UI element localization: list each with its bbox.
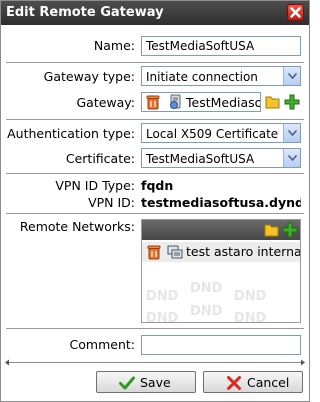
vpn-id-label: VPN ID:	[88, 195, 135, 210]
folder-icon[interactable]	[264, 222, 280, 238]
dnd-watermark: DND	[190, 304, 223, 319]
folder-icon[interactable]	[265, 94, 281, 110]
dnd-watermark: DND	[234, 289, 267, 304]
checkmark-icon	[119, 375, 135, 391]
gateway-value: TestMediasoftUSA	[186, 95, 260, 110]
save-button[interactable]: Save	[96, 371, 196, 393]
auth-type-label: Authentication type:	[7, 126, 135, 141]
dialog-titlebar[interactable]: Edit Remote Gateway	[1, 1, 309, 25]
chevron-down-icon[interactable]	[283, 149, 300, 167]
gateway-field[interactable]: TestMediasoftUSA	[141, 92, 261, 112]
cancel-button[interactable]: Cancel	[203, 371, 303, 393]
name-label: Name:	[93, 38, 135, 53]
dnd-watermark: DND	[146, 289, 179, 304]
divider	[6, 328, 304, 329]
certificate-label: Certificate:	[65, 151, 135, 166]
auth-type-select[interactable]: Local X509 Certificate	[141, 123, 301, 143]
name-input-value: TestMediaSoftUSA	[146, 39, 255, 53]
comment-input[interactable]	[141, 335, 301, 355]
comment-label: Comment:	[69, 337, 135, 352]
divider	[6, 62, 304, 63]
trash-icon[interactable]	[146, 244, 162, 260]
remote-networks-label: Remote Networks:	[19, 219, 135, 234]
dnd-watermark: DND	[146, 311, 179, 323]
chevron-right-icon	[301, 359, 305, 366]
vpn-id-type-label: VPN ID Type:	[55, 178, 135, 193]
list-item[interactable]: test astaro internal	[142, 242, 300, 262]
dnd-watermark: DND	[234, 311, 267, 323]
cancel-button-label: Cancel	[247, 375, 290, 390]
remote-networks-toolbar	[142, 220, 300, 240]
auth-type-selected: Local X509 Certificate	[146, 127, 279, 141]
cross-icon	[226, 375, 242, 391]
certificate-selected: TestMediaSoftUSA	[146, 152, 255, 166]
chevron-down-icon[interactable]	[283, 67, 300, 85]
divider	[6, 213, 304, 214]
gateway-type-label: Gateway type:	[43, 69, 135, 84]
vpn-id-type-value: fqdn	[141, 178, 174, 193]
remote-networks-box[interactable]: DND DND DND DND DND DND test astaro inte…	[141, 219, 301, 323]
gateway-label: Gateway:	[76, 95, 135, 110]
remote-networks-list: DND DND DND DND DND DND test astaro inte…	[142, 240, 300, 322]
add-icon[interactable]	[282, 222, 298, 238]
name-input[interactable]: TestMediaSoftUSA	[141, 36, 301, 56]
chevron-left-icon	[5, 359, 9, 366]
chevron-down-icon[interactable]	[283, 124, 300, 142]
save-button-label: Save	[140, 375, 171, 390]
gateway-type-selected: Initiate connection	[146, 70, 258, 84]
dialog-title: Edit Remote Gateway	[6, 5, 164, 20]
remote-network-name: test astaro internal	[186, 244, 300, 259]
network-icon	[167, 244, 183, 260]
add-icon[interactable]	[284, 94, 300, 110]
gateway-type-select[interactable]: Initiate connection	[141, 66, 301, 86]
vpn-id-value: testmediasoftusa.dyndns	[141, 195, 301, 210]
trash-icon[interactable]	[145, 94, 161, 110]
close-icon[interactable]	[287, 4, 304, 21]
divider	[6, 119, 304, 120]
certificate-select[interactable]: TestMediaSoftUSA	[141, 148, 301, 168]
host-icon	[168, 94, 184, 110]
edit-remote-gateway-dialog: Edit Remote Gateway Name: TestMediaSoftU…	[0, 0, 310, 402]
dnd-watermark: DND	[190, 281, 223, 296]
vpn-id-value-clip: testmediasoftusa.dyndns	[141, 195, 301, 212]
divider	[6, 173, 304, 174]
resize-separator	[6, 362, 304, 363]
